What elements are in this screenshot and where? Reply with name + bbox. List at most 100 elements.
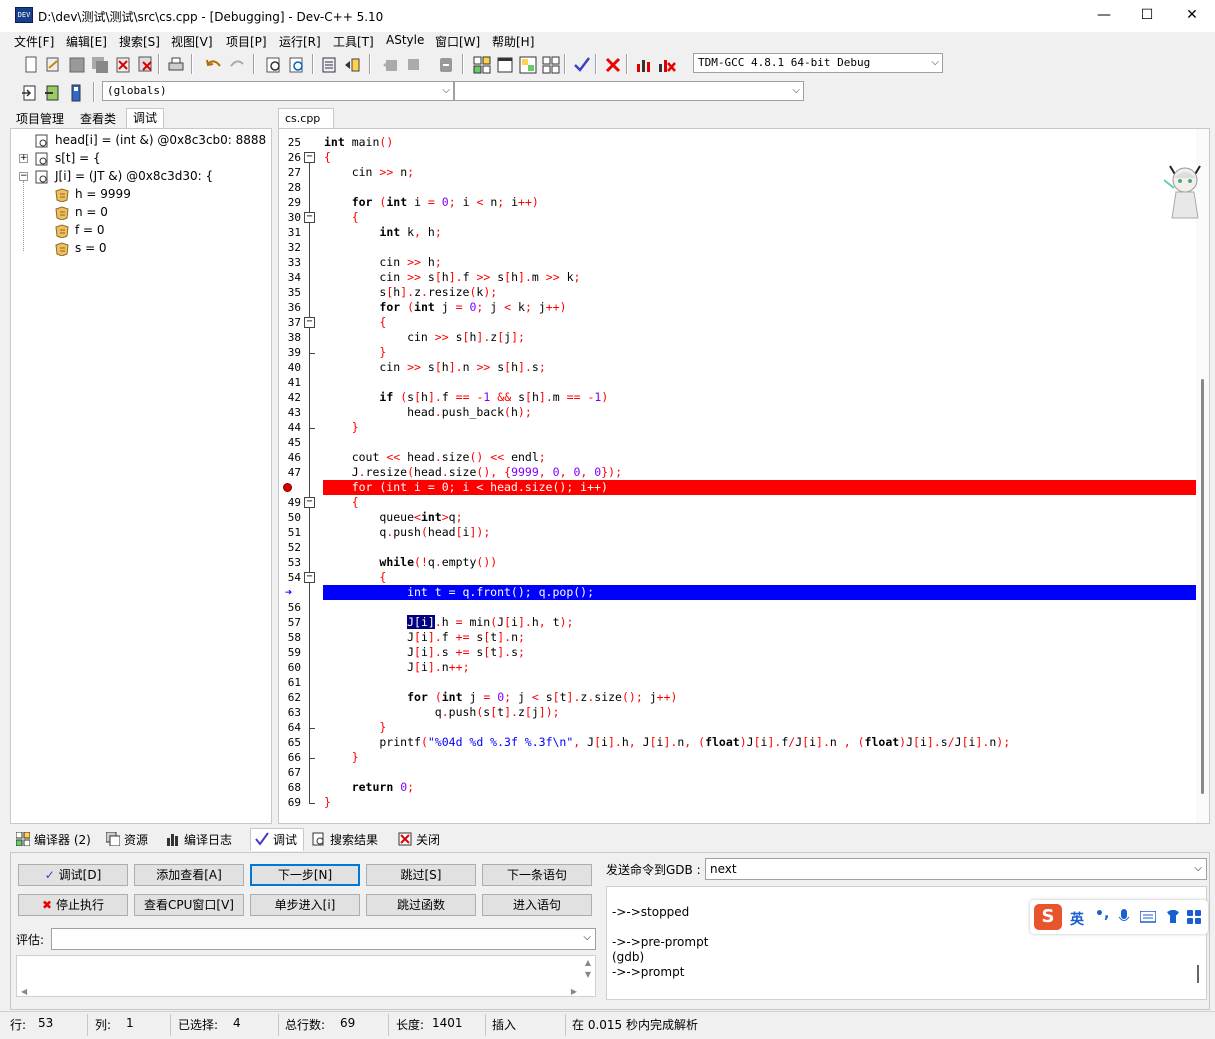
fold-collapse-icon[interactable]: − (304, 572, 315, 583)
code-line[interactable]: 29 for (int i = 0; i < n; i++) (279, 195, 1209, 210)
line-number[interactable]: 64 (281, 720, 301, 735)
code-line[interactable]: 53 while(!q.empty()) (279, 555, 1209, 570)
menu-run[interactable]: 运行[R] (279, 33, 321, 50)
next-statement-button[interactable]: 下一条语句 (482, 864, 592, 886)
profile-icon[interactable] (633, 54, 653, 74)
gdb-command-input[interactable]: next ⌵ (705, 858, 1207, 880)
keyboard-icon[interactable] (1140, 911, 1156, 923)
save-icon[interactable] (66, 54, 86, 74)
code-line[interactable]: 42 if (s[h].f == -1 && s[h].m == -1) (279, 390, 1209, 405)
code-line[interactable]: 35 s[h].z.resize(k); (279, 285, 1209, 300)
tab-debug-panel[interactable]: 调试 (250, 828, 305, 851)
line-number[interactable]: 58 (281, 630, 301, 645)
line-number[interactable]: 26 (281, 150, 301, 165)
code-line[interactable]: 57 J[i].h = min(J[i].h, t); (279, 615, 1209, 630)
code-line[interactable]: 47 J.resize(head.size(), {9999, 0, 0, 0}… (279, 465, 1209, 480)
fold-collapse-icon[interactable]: − (304, 152, 315, 163)
line-number[interactable]: 52 (281, 540, 301, 555)
code-editor[interactable]: 25 int main() 26−{27 cin >> n; 28 29 for (in… (278, 128, 1210, 824)
line-number[interactable]: 66 (281, 750, 301, 765)
code-line[interactable]: 52 (279, 540, 1209, 555)
line-number[interactable]: 60 (281, 660, 301, 675)
line-number[interactable]: 46 (281, 450, 301, 465)
line-number[interactable]: 62 (281, 690, 301, 705)
minimize-button[interactable]: — (1081, 0, 1127, 32)
line-number[interactable]: 45 (281, 435, 301, 450)
compiler-select[interactable]: TDM-GCC 4.8.1 64-bit Debug ⌵ (693, 53, 943, 73)
skip-button[interactable]: 跳过[S] (366, 864, 476, 886)
ime-punct[interactable]: •, (1095, 906, 1109, 922)
expand-icon[interactable]: + (19, 154, 28, 163)
code-line[interactable]: 58 J[i].f += s[t].n; (279, 630, 1209, 645)
code-line[interactable]: 50 queue<int>q; (279, 510, 1209, 525)
code-line[interactable]: 49− { (279, 495, 1209, 510)
breakpoint-icon[interactable] (283, 483, 292, 492)
stop-execution-button[interactable]: ✖ 停止执行 (18, 894, 128, 916)
code-line[interactable]: 54− { (279, 570, 1209, 585)
code-line[interactable]: 26−{ (279, 150, 1209, 165)
window-icon[interactable] (494, 54, 514, 74)
line-number[interactable]: 32 (281, 240, 301, 255)
fold-collapse-icon[interactable]: − (304, 497, 315, 508)
line-number[interactable]: 49 (281, 495, 301, 510)
stop-execution-icon[interactable] (602, 54, 622, 74)
code-line[interactable]: 25 int main() (279, 135, 1209, 150)
code-line[interactable]: 59 J[i].s += s[t].s; (279, 645, 1209, 660)
code-line[interactable]: 62 for (int j = 0; j < s[t].z.size(); j+… (279, 690, 1209, 705)
tab-resources[interactable]: 资源 (106, 831, 148, 848)
grid-view-icon[interactable] (540, 54, 560, 74)
add-watch-button[interactable]: 添加查看[A] (134, 864, 244, 886)
line-number[interactable]: 30 (281, 210, 301, 225)
menu-help[interactable]: 帮助[H] (492, 33, 534, 50)
tab-class[interactable]: 查看类 (80, 110, 116, 127)
maximize-button[interactable]: ☐ (1124, 0, 1170, 32)
goto-definition-icon[interactable] (65, 82, 85, 102)
line-number[interactable]: 27 (281, 165, 301, 180)
goto-bookmark-icon[interactable] (403, 54, 423, 74)
into-statement-button[interactable]: 进入语句 (482, 894, 592, 916)
code-line[interactable]: 55➔ int t = q.front(); q.pop(); (279, 585, 1209, 600)
new-file-icon[interactable] (20, 54, 40, 74)
eval-input[interactable]: ⌵ (51, 928, 596, 950)
code-line[interactable]: 28 (279, 180, 1209, 195)
line-number[interactable]: 47 (281, 465, 301, 480)
code-line[interactable]: 48 for (int i = 0; i < head.size(); i++) (279, 480, 1209, 495)
line-number[interactable]: 41 (281, 375, 301, 390)
delete-profile-icon[interactable] (656, 54, 676, 74)
line-number[interactable]: 29 (281, 195, 301, 210)
line-number[interactable]: 34 (281, 270, 301, 285)
scope-select[interactable]: (globals) ⌵ (102, 81, 454, 101)
line-number[interactable]: 59 (281, 645, 301, 660)
tab-compiler[interactable]: 编译器 (2) (16, 831, 91, 848)
open-file-icon[interactable] (42, 54, 62, 74)
compile-check-icon[interactable] (571, 54, 591, 74)
toolbox-icon[interactable] (1187, 910, 1201, 924)
code-line[interactable]: 37− { (279, 315, 1209, 330)
scroll-down-icon[interactable]: ▼ (585, 970, 591, 979)
class-browser-icon[interactable] (517, 54, 537, 74)
log-scrollbar[interactable] (1197, 965, 1199, 983)
cpu-window-button[interactable]: 查看CPU窗口[V] (134, 894, 244, 916)
code-line[interactable]: 43 head.push_back(h); (279, 405, 1209, 420)
menu-astyle[interactable]: AStyle (386, 33, 424, 47)
menu-search[interactable]: 搜索[S] (119, 33, 160, 50)
redo-icon[interactable] (226, 54, 246, 74)
code-line[interactable]: 60 J[i].n++; (279, 660, 1209, 675)
ime-toolbar[interactable]: S 英 •, (1030, 900, 1208, 934)
tab-compile-log[interactable]: 编译日志 (166, 831, 232, 848)
save-all-icon[interactable] (89, 54, 109, 74)
code-line[interactable]: 39 } (279, 345, 1209, 360)
menu-window[interactable]: 窗口[W] (435, 33, 480, 50)
scroll-right-icon[interactable]: ▶ (571, 987, 577, 996)
line-number[interactable]: 38 (281, 330, 301, 345)
print-icon[interactable] (165, 54, 185, 74)
line-number[interactable]: 61 (281, 675, 301, 690)
skin-icon[interactable] (1165, 909, 1181, 925)
line-number[interactable]: 37 (281, 315, 301, 330)
code-line[interactable]: 44 } (279, 420, 1209, 435)
line-number[interactable]: 31 (281, 225, 301, 240)
debug-button[interactable]: ✓ 调试[D] (18, 864, 128, 886)
line-number[interactable]: 39 (281, 345, 301, 360)
fold-collapse-icon[interactable]: − (304, 317, 315, 328)
line-number[interactable]: 40 (281, 360, 301, 375)
